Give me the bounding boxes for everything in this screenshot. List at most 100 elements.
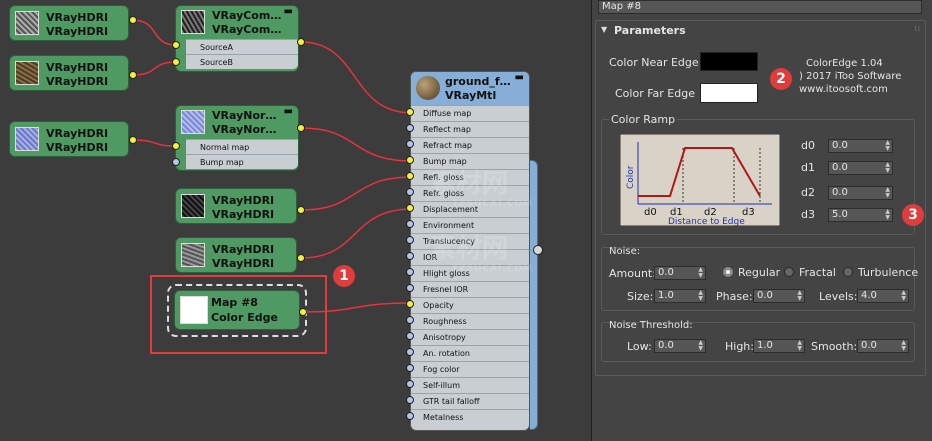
rollout-grip-icon[interactable]: ⁞⁞ bbox=[915, 25, 921, 33]
size-spinner[interactable]: 1.0 ▲ ▼ bbox=[654, 289, 706, 303]
phase-spinner[interactable]: 0.0 ▲ ▼ bbox=[753, 289, 805, 303]
fractal-label[interactable]: Fractal bbox=[799, 266, 836, 279]
hdri5-output-socket[interactable] bbox=[297, 254, 305, 262]
spinner-arrows-icon[interactable]: ▲ ▼ bbox=[885, 140, 890, 152]
spinner-arrows-icon[interactable]: ▲ ▼ bbox=[698, 340, 703, 352]
coloredge-node[interactable]: Map #8 Color Edge bbox=[174, 290, 300, 330]
material-slot[interactable]: Anisotropy bbox=[411, 329, 529, 345]
material-slot-socket[interactable] bbox=[406, 220, 414, 228]
hdri3-output-socket[interactable] bbox=[129, 136, 137, 144]
material-slot-socket[interactable] bbox=[406, 140, 414, 148]
color-near-edge-swatch[interactable] bbox=[700, 52, 758, 71]
spinner-arrows-icon[interactable]: ▲ ▼ bbox=[698, 267, 703, 279]
material-slot-socket[interactable] bbox=[406, 108, 414, 116]
material-slot-socket[interactable] bbox=[406, 188, 414, 196]
material-slot-socket[interactable] bbox=[406, 364, 414, 372]
high-spinner[interactable]: 1.0 ▲ ▼ bbox=[753, 339, 805, 353]
material-slot-socket[interactable] bbox=[406, 236, 414, 244]
normal-map-slot[interactable]: Normal map bbox=[186, 139, 298, 154]
bump-map-input-socket[interactable] bbox=[172, 158, 180, 166]
spinner-arrows-icon[interactable]: ▲ ▼ bbox=[901, 340, 906, 352]
collapse-icon[interactable]: ▬ bbox=[284, 6, 293, 17]
material-slot-socket[interactable] bbox=[406, 268, 414, 276]
levels-spinner[interactable]: 4.0 ▲ ▼ bbox=[857, 289, 909, 303]
vraycomp-output-socket[interactable] bbox=[297, 38, 305, 46]
vraycomp-node[interactable]: VRayCom… VRayCom… ▬ SourceA SourceB bbox=[175, 5, 299, 72]
hdri4-output-socket[interactable] bbox=[297, 206, 305, 214]
white-swatch-thumbnail bbox=[180, 296, 208, 324]
hdri2-output-socket[interactable] bbox=[129, 71, 137, 79]
plugin-url[interactable]: www.itoosoft.com bbox=[799, 84, 888, 95]
vrayhdri-node-3[interactable]: VRayHDRI VRayHDRI bbox=[9, 121, 129, 157]
sourcea-slot[interactable]: SourceA bbox=[186, 39, 298, 54]
mtl-output-socket[interactable] bbox=[533, 245, 543, 255]
low-spinner[interactable]: 0.0 ▲ ▼ bbox=[654, 339, 706, 353]
d2-spinner[interactable]: 0.0 ▲ ▼ bbox=[828, 186, 893, 200]
wire-hdri4-reflgloss bbox=[300, 176, 413, 211]
spinner-arrows-icon[interactable]: ▲ ▼ bbox=[901, 290, 906, 302]
material-slot-socket[interactable] bbox=[406, 156, 414, 164]
material-slot-socket[interactable] bbox=[406, 172, 414, 180]
rollout-collapse-icon[interactable]: ▼ bbox=[601, 25, 607, 34]
bump-map-slot[interactable]: Bump map bbox=[186, 154, 298, 169]
amount-spinner[interactable]: 0.0 ▲ ▼ bbox=[654, 266, 706, 280]
normal-map-input-socket[interactable] bbox=[172, 142, 180, 150]
vrayhdri-node-5[interactable]: VRayHDRI VRayHDRI bbox=[175, 237, 297, 273]
color-far-edge-swatch[interactable] bbox=[700, 83, 758, 103]
material-slot-socket[interactable] bbox=[406, 124, 414, 132]
material-slot[interactable]: Metalness bbox=[411, 409, 529, 425]
sourceb-input-socket[interactable] bbox=[172, 58, 180, 66]
node-editor-canvas[interactable]: VRayHDRI VRayHDRI VRayHDRI VRayHDRI VRay… bbox=[0, 0, 932, 441]
vraynormal-node[interactable]: VRayNor… VRayNor… ▬ Normal map Bump map bbox=[175, 105, 299, 171]
material-slot[interactable]: An. rotation bbox=[411, 345, 529, 361]
material-slot-socket[interactable] bbox=[406, 204, 414, 212]
vraynormal-output-socket[interactable] bbox=[297, 124, 305, 132]
rollout-title[interactable]: Parameters bbox=[614, 24, 686, 37]
node-header: VRayNor… VRayNor… ▬ bbox=[176, 106, 298, 139]
material-slot-socket[interactable] bbox=[406, 412, 414, 420]
map-name-field[interactable]: Map #8 bbox=[598, 0, 922, 14]
spinner-arrows-icon[interactable]: ▲ ▼ bbox=[797, 290, 802, 302]
material-slot[interactable]: Refract map bbox=[411, 137, 529, 153]
d1-spinner[interactable]: 0.0 ▲ ▼ bbox=[828, 161, 893, 175]
vrayhdri-node-1[interactable]: VRayHDRI VRayHDRI bbox=[9, 5, 129, 41]
spinner-arrows-icon[interactable]: ▲ ▼ bbox=[797, 340, 802, 352]
material-slot-socket[interactable] bbox=[406, 332, 414, 340]
d0-spinner[interactable]: 0.0 ▲ ▼ bbox=[828, 139, 893, 153]
smooth-spinner[interactable]: 0.0 ▲ ▼ bbox=[857, 339, 909, 353]
spinner-arrows-icon[interactable]: ▲ ▼ bbox=[885, 187, 890, 199]
material-slot-socket[interactable] bbox=[406, 252, 414, 260]
material-slot[interactable]: Diffuse map bbox=[411, 105, 529, 121]
material-slot-socket[interactable] bbox=[406, 396, 414, 404]
material-slot[interactable]: Fog color bbox=[411, 361, 529, 377]
vrayhdri-node-2[interactable]: VRayHDRI VRayHDRI bbox=[9, 55, 129, 91]
spinner-arrows-icon[interactable]: ▲ ▼ bbox=[885, 209, 890, 221]
spinner-arrows-icon[interactable]: ▲ ▼ bbox=[885, 162, 890, 174]
material-slot[interactable]: Fresnel IOR bbox=[411, 281, 529, 297]
regular-radio[interactable] bbox=[723, 267, 733, 277]
material-slot[interactable]: Reflect map bbox=[411, 121, 529, 137]
hdri1-output-socket[interactable] bbox=[129, 16, 137, 24]
coloredge-output-socket[interactable] bbox=[299, 308, 307, 316]
vrayhdri-node-4[interactable]: VRayHDRI VRayHDRI bbox=[175, 188, 297, 224]
material-slot-socket[interactable] bbox=[406, 300, 414, 308]
material-slot-socket[interactable] bbox=[406, 316, 414, 324]
sourceb-slot[interactable]: SourceB bbox=[186, 54, 298, 69]
turbulence-label[interactable]: Turbulence bbox=[858, 266, 918, 279]
material-slot[interactable]: GTR tail falloff bbox=[411, 393, 529, 409]
material-slot[interactable]: Opacity bbox=[411, 297, 529, 313]
material-slot-socket[interactable] bbox=[406, 348, 414, 356]
d3-spinner[interactable]: 5.0 ▲ ▼ bbox=[828, 208, 893, 222]
material-slot-socket[interactable] bbox=[406, 380, 414, 388]
collapse-icon[interactable]: ▬ bbox=[284, 106, 293, 117]
turbulence-radio[interactable] bbox=[843, 267, 853, 277]
spinner-arrows-icon[interactable]: ▲ ▼ bbox=[698, 290, 703, 302]
sourcea-input-socket[interactable] bbox=[172, 41, 180, 49]
fractal-radio[interactable] bbox=[784, 267, 794, 277]
material-slot-socket[interactable] bbox=[406, 284, 414, 292]
regular-label[interactable]: Regular bbox=[738, 266, 780, 279]
collapse-icon[interactable]: ▬ bbox=[515, 72, 524, 83]
color-ramp-graph[interactable]: Color d0 d1 d2 d3 Distance to Edge bbox=[620, 134, 780, 226]
material-slot[interactable]: Roughness bbox=[411, 313, 529, 329]
material-slot[interactable]: Self-illum bbox=[411, 377, 529, 393]
